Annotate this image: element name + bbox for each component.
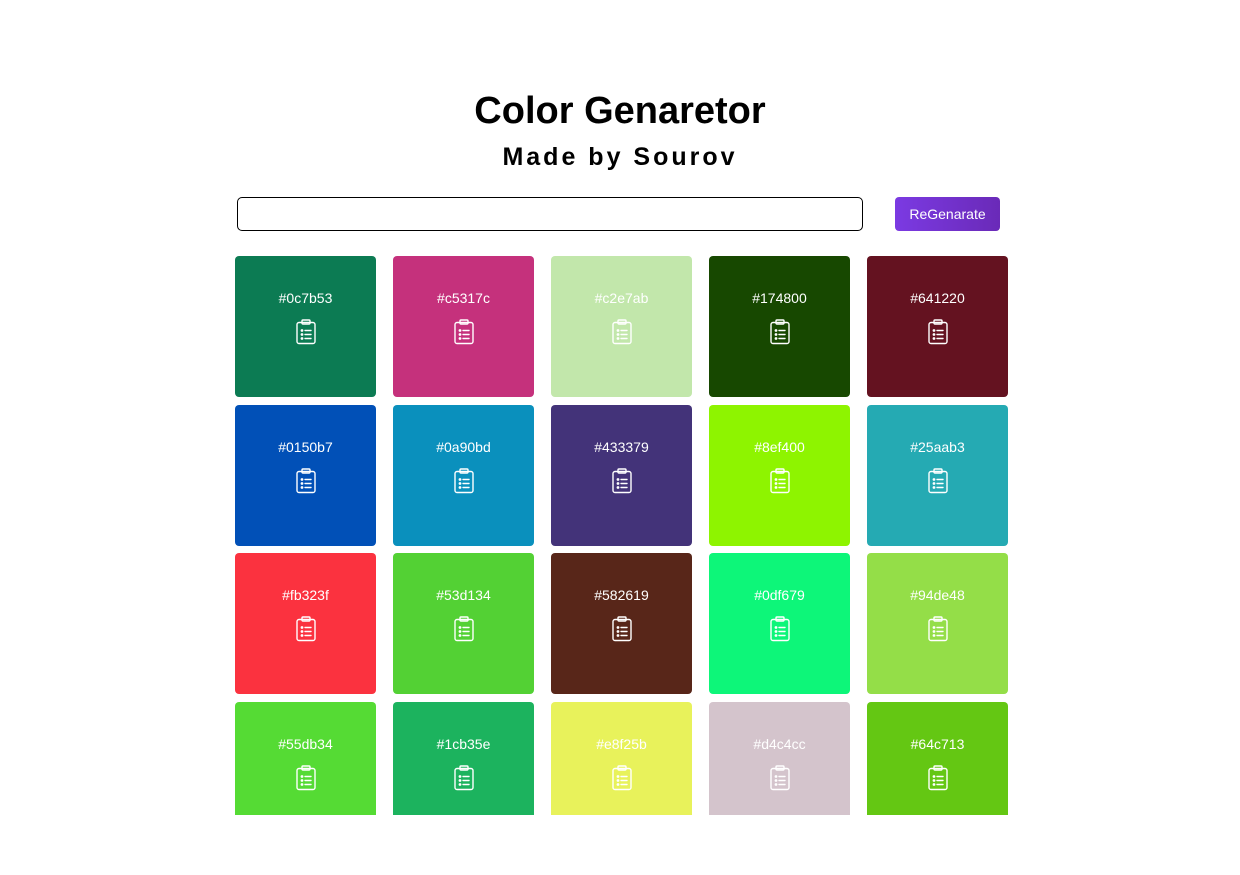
swatch-hex-label: #53d134 (436, 587, 491, 603)
swatch-hex-label: #25aab3 (910, 438, 965, 455)
color-swatch[interactable]: #53d134 (393, 553, 534, 694)
color-swatch[interactable]: #641220 (867, 256, 1008, 397)
color-swatch[interactable]: #c5317c (393, 256, 534, 397)
clipboard-list-icon[interactable] (769, 319, 791, 345)
swatch-hex-label: #174800 (752, 290, 807, 306)
swatch-hex-label: #1cb35e (436, 735, 491, 752)
color-swatch[interactable]: #0df679 (709, 553, 850, 694)
clipboard-list-icon[interactable] (295, 616, 317, 642)
clipboard-list-icon[interactable] (927, 616, 949, 642)
clipboard-list-icon[interactable] (453, 319, 475, 345)
swatch-hex-label: #433379 (594, 438, 649, 455)
clipboard-list-icon[interactable] (611, 764, 633, 791)
color-swatch[interactable]: #1cb35e (393, 701, 534, 815)
clipboard-list-icon[interactable] (769, 616, 791, 642)
clipboard-list-icon[interactable] (769, 764, 791, 791)
clipboard-list-icon[interactable] (611, 616, 633, 642)
clipboard-list-icon[interactable] (295, 764, 317, 791)
color-swatch[interactable]: #64c713 (867, 701, 1008, 815)
clipboard-list-icon[interactable] (611, 319, 633, 345)
swatch-hex-label: #0c7b53 (278, 290, 333, 306)
swatch-hex-label: #0df679 (754, 587, 805, 603)
swatch-hex-label: #fb323f (282, 587, 329, 603)
swatch-hex-label: #0a90bd (436, 438, 491, 455)
color-swatch[interactable]: #e8f25b (551, 701, 692, 815)
color-swatch[interactable]: #fb323f (235, 553, 376, 694)
swatch-hex-label: #64c713 (910, 735, 965, 752)
clipboard-list-icon[interactable] (295, 467, 317, 494)
swatch-hex-label: #55db34 (278, 735, 333, 752)
clipboard-list-icon[interactable] (453, 616, 475, 642)
swatch-grid-viewport: #0c7b53 #c5317c #c2e7ab #174800 #641220 #0150… (0, 0, 1240, 815)
clipboard-list-icon[interactable] (453, 467, 475, 494)
clipboard-list-icon[interactable] (295, 319, 317, 345)
color-swatch[interactable]: #c2e7ab (551, 256, 692, 397)
color-swatch[interactable]: #174800 (709, 256, 850, 397)
swatch-hex-label: #94de48 (910, 587, 965, 603)
swatch-hex-label: #c5317c (437, 290, 490, 306)
clipboard-list-icon[interactable] (769, 467, 791, 494)
color-swatch[interactable]: #55db34 (235, 701, 376, 815)
swatch-hex-label: #0150b7 (278, 438, 333, 455)
swatch-hex-label: #d4c4cc (753, 735, 806, 752)
color-swatch[interactable]: #582619 (551, 553, 692, 694)
color-swatch[interactable]: #0a90bd (393, 404, 534, 546)
swatch-hex-label: #8ef400 (754, 438, 805, 455)
color-swatch[interactable]: #0150b7 (235, 404, 376, 546)
color-swatch[interactable]: #0c7b53 (235, 256, 376, 397)
clipboard-list-icon[interactable] (611, 467, 633, 494)
swatch-hex-label: #641220 (910, 290, 965, 306)
clipboard-list-icon[interactable] (927, 319, 949, 345)
color-swatch[interactable]: #433379 (551, 404, 692, 546)
swatch-hex-label: #e8f25b (596, 735, 647, 752)
clipboard-list-icon[interactable] (927, 467, 949, 494)
color-swatch[interactable]: #25aab3 (867, 404, 1008, 546)
color-swatch[interactable]: #8ef400 (709, 404, 850, 546)
swatch-hex-label: #c2e7ab (594, 290, 649, 306)
color-swatch[interactable]: #94de48 (867, 553, 1008, 694)
color-swatch[interactable]: #d4c4cc (709, 701, 850, 815)
clipboard-list-icon[interactable] (453, 764, 475, 791)
clipboard-list-icon[interactable] (927, 764, 949, 791)
swatch-hex-label: #582619 (594, 587, 649, 603)
swatch-grid: #0c7b53 #c5317c #c2e7ab #174800 #641220 #0150… (235, 256, 1008, 815)
